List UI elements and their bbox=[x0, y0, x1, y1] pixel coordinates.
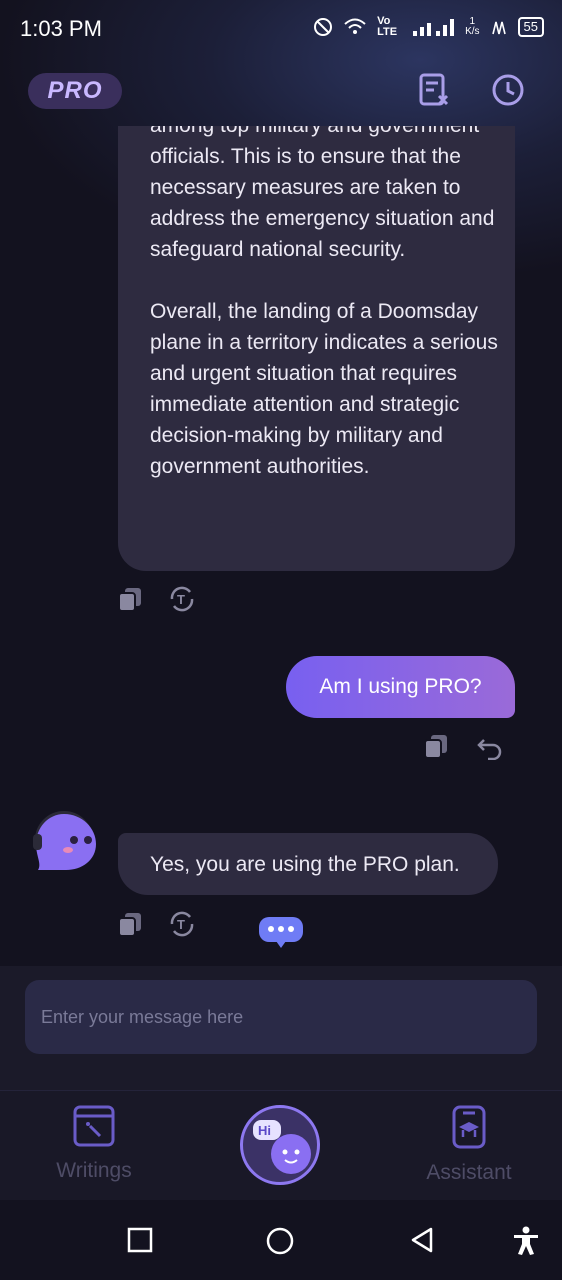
typing-indicator-icon bbox=[259, 917, 303, 948]
status-icons: Vo LTE 1 K/s 55 bbox=[313, 16, 544, 38]
chat-scroll-area[interactable]: among top military and government offici… bbox=[0, 126, 562, 966]
wifi-icon bbox=[344, 18, 366, 34]
composer bbox=[0, 966, 562, 1090]
clear-chat-icon[interactable] bbox=[416, 72, 452, 108]
accessibility-icon[interactable] bbox=[512, 1226, 540, 1256]
recents-button[interactable] bbox=[126, 1226, 154, 1254]
status-time: 1:03 PM bbox=[20, 16, 102, 41]
assistant-avatar bbox=[33, 811, 96, 870]
pro-badge[interactable]: PRO bbox=[28, 73, 122, 109]
system-nav-bar bbox=[0, 1200, 562, 1280]
nav-label-writings: Writings bbox=[56, 1159, 132, 1182]
message-input[interactable] bbox=[25, 980, 537, 1054]
nav-item-assistant[interactable]: Assistant bbox=[420, 1105, 518, 1185]
bottom-nav: Writings Hi Assistant bbox=[0, 1090, 562, 1201]
back-button[interactable] bbox=[408, 1226, 436, 1254]
network-speed-unit: K/s bbox=[465, 26, 480, 37]
nav-label-assistant: Assistant bbox=[426, 1161, 512, 1184]
message-paragraph: among top military and government offici… bbox=[150, 126, 495, 261]
nav-item-writings[interactable]: Writings bbox=[48, 1105, 140, 1183]
signal-icon bbox=[413, 19, 455, 36]
svg-text:T: T bbox=[177, 917, 185, 932]
translate-icon[interactable]: T bbox=[168, 585, 196, 613]
do-not-disturb-icon bbox=[314, 18, 333, 36]
writings-icon bbox=[73, 1105, 115, 1147]
status-bar: 1:03 PM Vo LTE 1 K/s 55 bbox=[0, 0, 562, 58]
copy-icon[interactable] bbox=[116, 910, 144, 938]
network-speed: 1 K/s bbox=[465, 17, 479, 37]
copy-icon[interactable] bbox=[422, 732, 450, 760]
copy-icon[interactable] bbox=[116, 585, 144, 613]
user-message-bubble: Am I using PRO? bbox=[286, 656, 515, 718]
translate-icon[interactable]: T bbox=[168, 910, 196, 938]
history-icon[interactable] bbox=[490, 72, 526, 108]
nav-item-chat[interactable]: Hi bbox=[240, 1105, 320, 1185]
hi-chat-icon: Hi bbox=[253, 1120, 311, 1174]
battery-indicator: 55 bbox=[517, 17, 544, 37]
assistant-message-bubble: Yes, you are using the PRO plan. bbox=[118, 833, 498, 895]
assistant-icon bbox=[452, 1105, 486, 1149]
home-button[interactable] bbox=[265, 1226, 295, 1256]
svg-text:T: T bbox=[177, 592, 185, 607]
data-saver-icon bbox=[491, 21, 506, 35]
svg-text:Hi: Hi bbox=[258, 1123, 271, 1138]
assistant-message-bubble: among top military and government offici… bbox=[118, 126, 515, 571]
message-paragraph: Overall, the landing of a Doomsday plane… bbox=[150, 300, 504, 478]
network-label: Vo LTE bbox=[377, 15, 398, 38]
undo-icon[interactable] bbox=[476, 732, 504, 760]
